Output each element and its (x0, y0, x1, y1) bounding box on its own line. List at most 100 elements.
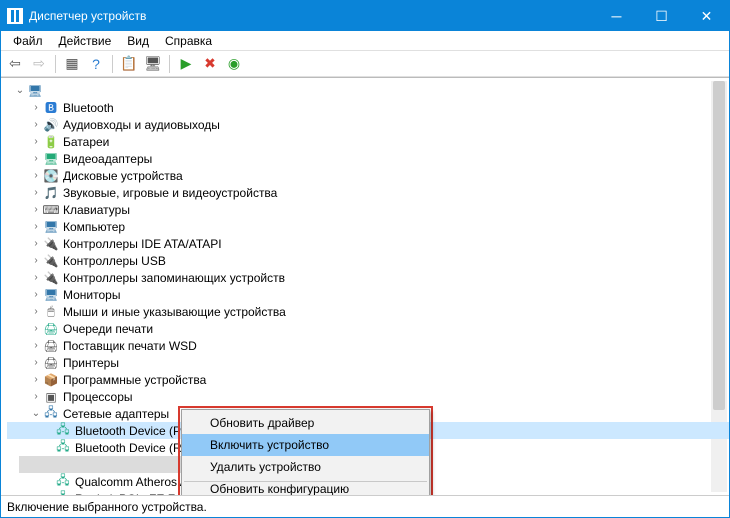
separator (55, 55, 56, 73)
tree-category[interactable]: ›🔌Контроллеры запоминающих устройств (7, 269, 729, 286)
expander-icon[interactable]: › (29, 204, 43, 215)
expander-icon[interactable]: › (29, 272, 43, 283)
category-icon: 🔌 (43, 253, 59, 269)
back-button[interactable]: ⇦ (5, 54, 25, 74)
category-icon: 🔋 (43, 134, 59, 150)
statusbar: Включение выбранного устройства. (1, 495, 729, 517)
category-icon: 🔌 (43, 236, 59, 252)
menu-action[interactable]: Действие (51, 32, 120, 50)
category-label: Поставщик печати WSD (63, 339, 197, 353)
expander-icon[interactable]: › (29, 187, 43, 198)
category-label: Аудиовходы и аудиовыходы (63, 118, 220, 132)
show-tree-button[interactable]: ▦ (62, 54, 82, 74)
category-label: Принтеры (63, 356, 119, 370)
category-label: Батареи (63, 135, 109, 149)
tree-category[interactable]: ›⌨Клавиатуры (7, 201, 729, 218)
tree-category[interactable]: ›🅱Bluetooth (7, 99, 729, 116)
adapter-icon: 🖧 (55, 440, 71, 456)
expander-icon[interactable]: › (29, 221, 43, 232)
category-label: Сетевые адаптеры (63, 407, 169, 421)
device-tree[interactable]: ⌄ 🖥 ›🅱Bluetooth›🔊Аудиовходы и аудиовыход… (1, 77, 729, 495)
tree-category[interactable]: ›🖨Очереди печати (7, 320, 729, 337)
ctx-label: Обновить конфигурацию оборудования (210, 482, 411, 495)
tree-category[interactable]: ›💽 Дисковые устройства (7, 167, 729, 184)
tree-category[interactable]: ›🖥Мониторы (7, 286, 729, 303)
expander-icon[interactable]: › (29, 119, 43, 130)
ctx-scan-hardware[interactable]: Обновить конфигурацию оборудования (182, 485, 429, 495)
app-icon (7, 8, 23, 24)
tree-category[interactable]: ›🖥Компьютер (7, 218, 729, 235)
uninstall-button[interactable]: ✖ (200, 54, 220, 74)
tree-category[interactable]: ›🖨 Поставщик печати WSD (7, 337, 729, 354)
ctx-update-driver[interactable]: Обновить драйвер (182, 412, 429, 434)
separator (169, 55, 170, 73)
window-controls: ─ ☐ ✕ (594, 1, 729, 31)
ctx-delete-device[interactable]: Удалить устройство (182, 456, 429, 478)
category-label: Мыши и иные указывающие устройства (63, 305, 286, 319)
category-icon: 🔊 (43, 117, 59, 133)
expander-icon[interactable]: › (29, 357, 43, 368)
expander-icon[interactable]: › (29, 170, 43, 181)
category-label: Компьютер (63, 220, 125, 234)
category-label: Программные устройства (63, 373, 206, 387)
category-label: Очереди печати (63, 322, 153, 336)
scan-hardware-button[interactable]: 🖥 (143, 54, 163, 74)
ctx-label: Включить устройство (210, 438, 329, 452)
category-label: Процессоры (63, 390, 133, 404)
expander-icon[interactable]: › (29, 306, 43, 317)
expander-icon[interactable]: › (29, 136, 43, 147)
tree-root[interactable]: ⌄ 🖥 (7, 82, 729, 99)
separator (112, 55, 113, 73)
properties-button[interactable]: 📋 (119, 54, 139, 74)
category-icon: 🖥 (43, 151, 59, 167)
expander-icon[interactable]: ⌄ (13, 85, 27, 96)
context-menu: Обновить драйвер Включить устройство Уда… (181, 409, 430, 495)
tree-category[interactable]: ›🖨Принтеры (7, 354, 729, 371)
scroll-thumb[interactable] (713, 81, 725, 410)
update-driver-button[interactable]: ▶ (176, 54, 196, 74)
minimize-button[interactable]: ─ (594, 1, 639, 31)
tree-category[interactable]: ›🎵Звуковые, игровые и видеоустройства (7, 184, 729, 201)
tree-category[interactable]: ›🔌 Контроллеры USB (7, 252, 729, 269)
maximize-button[interactable]: ☐ (639, 1, 684, 31)
tree-category[interactable]: ›🖥Видеоадаптеры (7, 150, 729, 167)
expander-icon[interactable]: › (29, 255, 43, 266)
adapter-icon: 🖧 (55, 491, 71, 496)
expander-icon[interactable]: › (29, 102, 43, 113)
category-icon: 🎵 (43, 185, 59, 201)
expander-icon[interactable]: › (29, 238, 43, 249)
tree-category[interactable]: ›📦 Программные устройства (7, 371, 729, 388)
category-icon: 🔌 (43, 270, 59, 286)
category-icon: 💽 (43, 168, 59, 184)
computer-icon: 🖥 (27, 83, 43, 99)
expander-icon[interactable]: › (29, 391, 43, 402)
tree-category[interactable]: ›▣Процессоры (7, 388, 729, 405)
category-icon: 📦 (43, 372, 59, 388)
help-button[interactable]: ? (86, 54, 106, 74)
ctx-label: Удалить устройство (210, 460, 321, 474)
titlebar: Диспетчер устройств ─ ☐ ✕ (1, 1, 729, 31)
category-icon: 🖨 (43, 338, 59, 354)
category-label: Контроллеры USB (63, 254, 166, 268)
enable-button[interactable]: ◉ (224, 54, 244, 74)
device-label (67, 458, 70, 472)
expander-icon[interactable]: ⌄ (29, 408, 43, 419)
close-button[interactable]: ✕ (684, 1, 729, 31)
tree-category[interactable]: ›🔌Контроллеры IDE ATA/ATAPI (7, 235, 729, 252)
expander-icon[interactable]: › (29, 289, 43, 300)
tree-category[interactable]: ›🔋 Батареи (7, 133, 729, 150)
menu-help[interactable]: Справка (157, 32, 220, 50)
category-label: Дисковые устройства (63, 169, 183, 183)
category-icon: 🅱 (43, 100, 59, 116)
forward-button[interactable]: ⇨ (29, 54, 49, 74)
menu-file[interactable]: Файл (5, 32, 51, 50)
expander-icon[interactable]: › (29, 374, 43, 385)
tree-category[interactable]: ›🔊 Аудиовходы и аудиовыходы (7, 116, 729, 133)
expander-icon[interactable]: › (29, 153, 43, 164)
menu-view[interactable]: Вид (119, 32, 157, 50)
ctx-enable-device[interactable]: Включить устройство (182, 434, 429, 456)
expander-icon[interactable]: › (29, 340, 43, 351)
category-icon: 🖥 (43, 287, 59, 303)
tree-category[interactable]: ›🖱Мыши и иные указывающие устройства (7, 303, 729, 320)
expander-icon[interactable]: › (29, 323, 43, 334)
